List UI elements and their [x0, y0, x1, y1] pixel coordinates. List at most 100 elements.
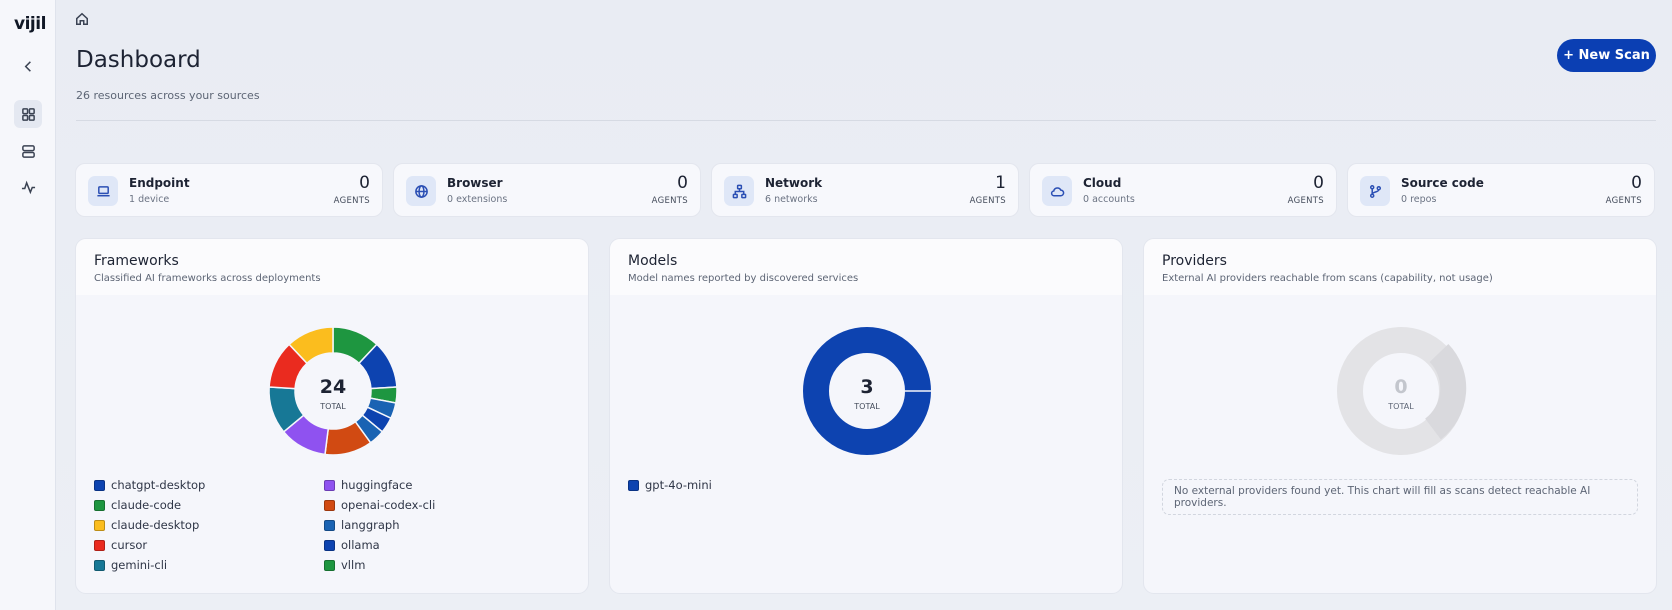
legend-swatch [628, 479, 639, 491]
legend-swatch [94, 539, 105, 551]
page-subtitle: 26 resources across your sources [76, 89, 260, 102]
legend-swatch [324, 479, 335, 491]
stat-card-browser[interactable]: Browser 0 extensions 0 AGENTS [393, 163, 701, 217]
providers-empty-message: No external providers found yet. This ch… [1162, 479, 1638, 515]
stat-card-source-code[interactable]: Source code 0 repos 0 AGENTS [1347, 163, 1655, 217]
legend-item-huggingface[interactable]: huggingface [324, 478, 412, 492]
stat-label: Network [765, 176, 823, 190]
stat-value: 1 [995, 173, 1006, 193]
legend-swatch [324, 519, 335, 531]
sidebar-item-activity[interactable] [14, 173, 42, 201]
models-panel: Models Model names reported by discovere… [609, 238, 1123, 594]
panel-title: Providers [1162, 253, 1227, 269]
laptop-icon [96, 185, 110, 196]
legend-swatch [324, 559, 335, 571]
stat-label: Source code [1401, 176, 1484, 190]
stat-value: 0 [1631, 173, 1642, 193]
legend-swatch [94, 519, 105, 531]
donut-total-label: TOTAL [853, 402, 880, 411]
stat-unit: AGENTS [969, 196, 1006, 206]
header-divider [76, 120, 1656, 121]
stat-label: Endpoint [129, 176, 190, 190]
legend-swatch [94, 479, 105, 491]
legend-label: gemini-cli [111, 558, 168, 572]
legend-item-gpt-4o-mini[interactable]: gpt-4o-mini [628, 478, 712, 492]
stat-value: 0 [1313, 173, 1324, 193]
collapse-sidebar-button[interactable] [14, 52, 42, 80]
legend-swatch [324, 539, 335, 551]
legend-label: langgraph [341, 518, 400, 532]
globe-icon [414, 184, 428, 198]
network-icon [732, 184, 746, 198]
frameworks-panel: Frameworks Classified AI frameworks acro… [75, 238, 589, 594]
frameworks-donut-chart[interactable]: 24 TOTAL [267, 325, 399, 457]
legend-swatch [94, 559, 105, 571]
donut-total: 3 [860, 376, 873, 398]
stat-sub: 0 repos [1401, 194, 1437, 205]
breadcrumb-home[interactable] [75, 11, 91, 27]
legend-label: vllm [341, 558, 366, 572]
git-branch-icon [1369, 184, 1381, 198]
donut-total: 24 [320, 376, 346, 398]
stat-card-cloud[interactable]: Cloud 0 accounts 0 AGENTS [1029, 163, 1337, 217]
legend-item-ollama[interactable]: ollama [324, 538, 380, 552]
home-icon [76, 12, 88, 25]
stat-value: 0 [677, 173, 688, 193]
donut-total: 0 [1394, 376, 1407, 398]
panel-subtitle: Model names reported by discovered servi… [628, 273, 859, 284]
stat-label: Cloud [1083, 176, 1122, 190]
stat-icon-wrap [1042, 176, 1072, 206]
providers-panel: Providers External AI providers reachabl… [1143, 238, 1657, 594]
stat-sub: 1 device [129, 194, 170, 205]
sidebar-item-resources[interactable] [14, 137, 42, 165]
page-title: Dashboard [76, 47, 201, 73]
legend-label: ollama [341, 538, 380, 552]
stat-unit: AGENTS [1287, 196, 1324, 206]
panel-title: Models [628, 253, 678, 269]
stat-unit: AGENTS [651, 196, 688, 206]
legend-label: openai-codex-cli [341, 498, 436, 512]
legend-label: gpt-4o-mini [645, 478, 712, 492]
stat-icon-wrap [88, 176, 118, 206]
donut-total-label: TOTAL [1387, 402, 1414, 411]
stat-label: Browser [447, 176, 503, 190]
legend-item-vllm[interactable]: vllm [324, 558, 365, 572]
legend-swatch [94, 499, 105, 511]
sidebar-item-dashboard[interactable] [14, 100, 42, 128]
stat-sub: 0 accounts [1083, 194, 1135, 205]
legend-label: chatgpt-desktop [111, 478, 206, 492]
stat-card-network[interactable]: Network 6 networks 1 AGENTS [711, 163, 1019, 217]
cloud-icon [1050, 186, 1064, 196]
panel-subtitle: Classified AI frameworks across deployme… [94, 273, 321, 284]
stat-sub: 6 networks [765, 194, 818, 205]
legend-label: claude-desktop [111, 518, 200, 532]
legend-item-cursor[interactable]: cursor [94, 538, 147, 552]
stat-icon-wrap [724, 176, 754, 206]
stat-icon-wrap [1360, 176, 1390, 206]
legend-item-claude-desktop[interactable]: claude-desktop [94, 518, 199, 532]
panel-subtitle: External AI providers reachable from sca… [1162, 273, 1493, 284]
legend-label: claude-code [111, 498, 182, 512]
panel-header-bg [610, 239, 1122, 295]
panel-title: Frameworks [94, 253, 179, 269]
legend-item-gemini-cli[interactable]: gemini-cli [94, 558, 167, 572]
new-scan-button[interactable]: + New Scan [1557, 39, 1656, 72]
app-logo[interactable]: vijil [14, 14, 46, 34]
donut-total-label: TOTAL [319, 402, 346, 411]
legend-item-chatgpt-desktop[interactable]: chatgpt-desktop [94, 478, 205, 492]
stat-value: 0 [359, 173, 370, 193]
chevron-left-icon [24, 60, 31, 72]
stat-sub: 0 extensions [447, 194, 508, 205]
legend-item-openai-codex-cli[interactable]: openai-codex-cli [324, 498, 435, 512]
models-donut-chart[interactable]: 3 TOTAL [801, 325, 933, 457]
legend-item-claude-code[interactable]: claude-code [94, 498, 181, 512]
stat-icon-wrap [406, 176, 436, 206]
stat-unit: AGENTS [333, 196, 370, 206]
stat-card-endpoint[interactable]: Endpoint 1 device 0 AGENTS [75, 163, 383, 217]
empty-donut-shade [1424, 344, 1467, 440]
providers-donut-chart: 0 TOTAL [1337, 327, 1467, 455]
main-content: Dashboard 26 resources across your sourc… [56, 0, 1672, 610]
legend-label: cursor [111, 538, 148, 552]
legend-swatch [324, 499, 335, 511]
legend-item-langgraph[interactable]: langgraph [324, 518, 400, 532]
